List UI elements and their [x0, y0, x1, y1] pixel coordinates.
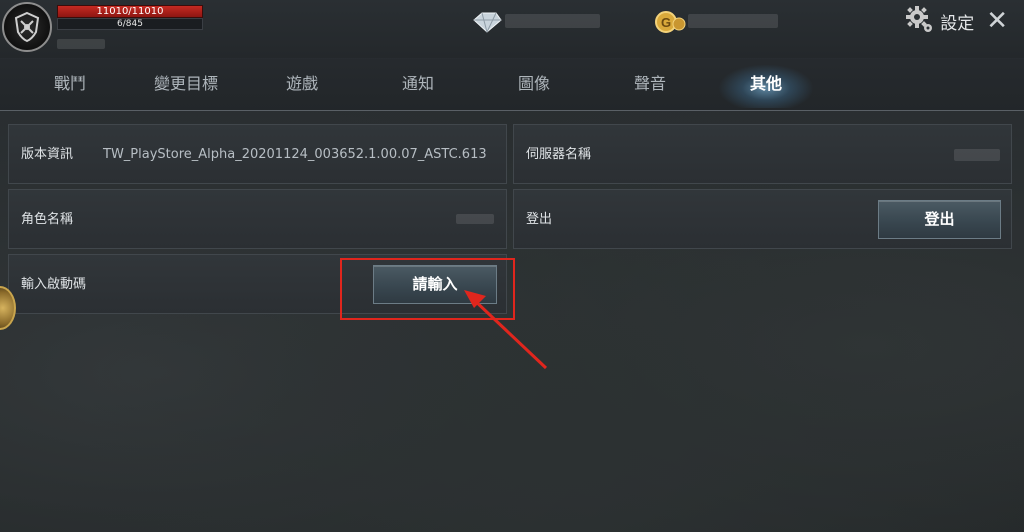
version-info-value: TW_PlayStore_Alpha_20201124_003652.1.00.…	[103, 147, 487, 162]
character-name-label: 角色名稱	[21, 212, 74, 227]
gold-amount-blurred	[688, 14, 778, 28]
character-name-row: 角色名稱	[8, 189, 507, 249]
settings-tabs: 戰鬥 變更目標 遊戲 通知 圖像 聲音 其他	[0, 58, 1024, 111]
tab-change-target[interactable]: 變更目標	[128, 58, 244, 110]
activation-code-label: 輸入啟動碼	[21, 277, 87, 292]
server-name-blurred	[954, 149, 1000, 161]
top-status-bar: 11010/11010 6/845 G 設定 ✕	[0, 0, 1024, 59]
tab-other[interactable]: 其他	[708, 58, 824, 110]
mp-bar: 6/845	[57, 18, 203, 30]
character-name-blurred	[456, 214, 494, 224]
server-name-row: 伺服器名稱	[513, 124, 1012, 184]
hp-bar: 11010/11010	[57, 5, 203, 18]
shield-crest-icon[interactable]	[2, 2, 52, 52]
svg-text:G: G	[661, 15, 671, 30]
version-info-row: 版本資訊 TW_PlayStore_Alpha_20201124_003652.…	[8, 124, 507, 184]
logout-label: 登出	[526, 212, 553, 227]
diamond-amount-blurred	[505, 14, 600, 28]
server-name-label: 伺服器名稱	[526, 147, 592, 162]
version-info-label: 版本資訊	[21, 147, 74, 162]
tab-graphics[interactable]: 圖像	[476, 58, 592, 110]
diamond-icon	[470, 10, 504, 38]
tab-notification[interactable]: 通知	[360, 58, 476, 110]
tab-sound[interactable]: 聲音	[592, 58, 708, 110]
logout-row: 登出 登出	[513, 189, 1012, 249]
settings-header: 設定 ✕	[904, 6, 1008, 36]
logout-button[interactable]: 登出	[878, 200, 1001, 239]
player-name-blurred	[57, 39, 105, 49]
tab-game[interactable]: 遊戲	[244, 58, 360, 110]
gold-coin-icon: G	[655, 10, 687, 38]
red-arrow-annotation	[464, 290, 548, 370]
close-icon[interactable]: ✕	[986, 8, 1008, 34]
settings-title: 設定	[940, 13, 975, 34]
tab-combat[interactable]: 戰鬥	[12, 58, 128, 110]
gear-icon	[904, 4, 934, 38]
